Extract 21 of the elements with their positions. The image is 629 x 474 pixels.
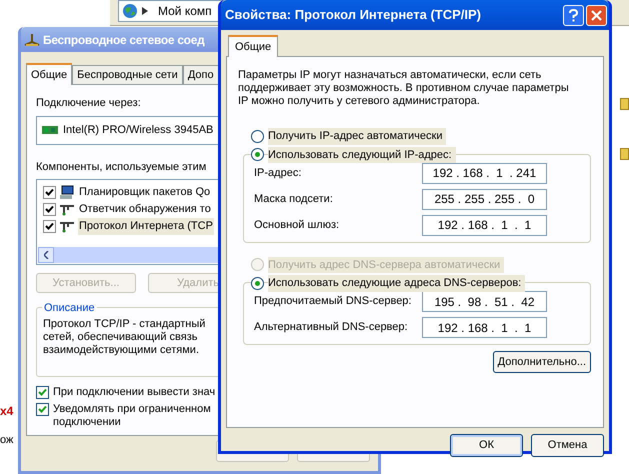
field-label: Подключение через:	[36, 96, 141, 111]
description-text: Протокол TCP/IP - стандартный сетей, обеспечивающий связь взаимодействующими сетями.	[43, 318, 206, 357]
radio-label: Использовать следующий IP-адрес:	[268, 146, 456, 163]
radio-label: Получить адрес DNS-сервера автоматически	[268, 256, 504, 273]
adapter-name: Intel(R) PRO/Wireless 3945AB	[63, 122, 214, 138]
field-label: Маска подсети:	[254, 192, 333, 207]
field-label: IP-адрес:	[254, 166, 302, 181]
field-label: Альтернативный DNS-сервер:	[254, 320, 408, 336]
checkbox-label: При подключении вывести знач	[53, 386, 216, 399]
intro-text: Параметры IP могут назначаться автоматически, если сеть поддерживает эту возможность. В противном случае параметры IP можно получить у сетевого администратора.	[237, 69, 570, 108]
window-title: Свойства: Протокол Интернета (TCP/IP)	[225, 6, 481, 24]
window-title: Беспроводное сетевое соед	[43, 32, 204, 48]
radio-label: Использовать следующие адреса DNS-серверов:	[268, 275, 526, 292]
checkbox-label: Уведомлять при ограниченном подключении	[53, 403, 211, 429]
field-label: Основной шлюз:	[254, 218, 340, 233]
field-label: Компоненты, используемые этим	[36, 160, 206, 174]
field-label: Предпочитаемый DNS-сервер:	[254, 294, 412, 310]
background-text: ож	[0, 433, 14, 448]
radio-label: Получить IP-адрес автоматически	[268, 128, 446, 144]
background-text: x4	[0, 403, 14, 420]
address-text: Мой комп	[158, 3, 212, 20]
